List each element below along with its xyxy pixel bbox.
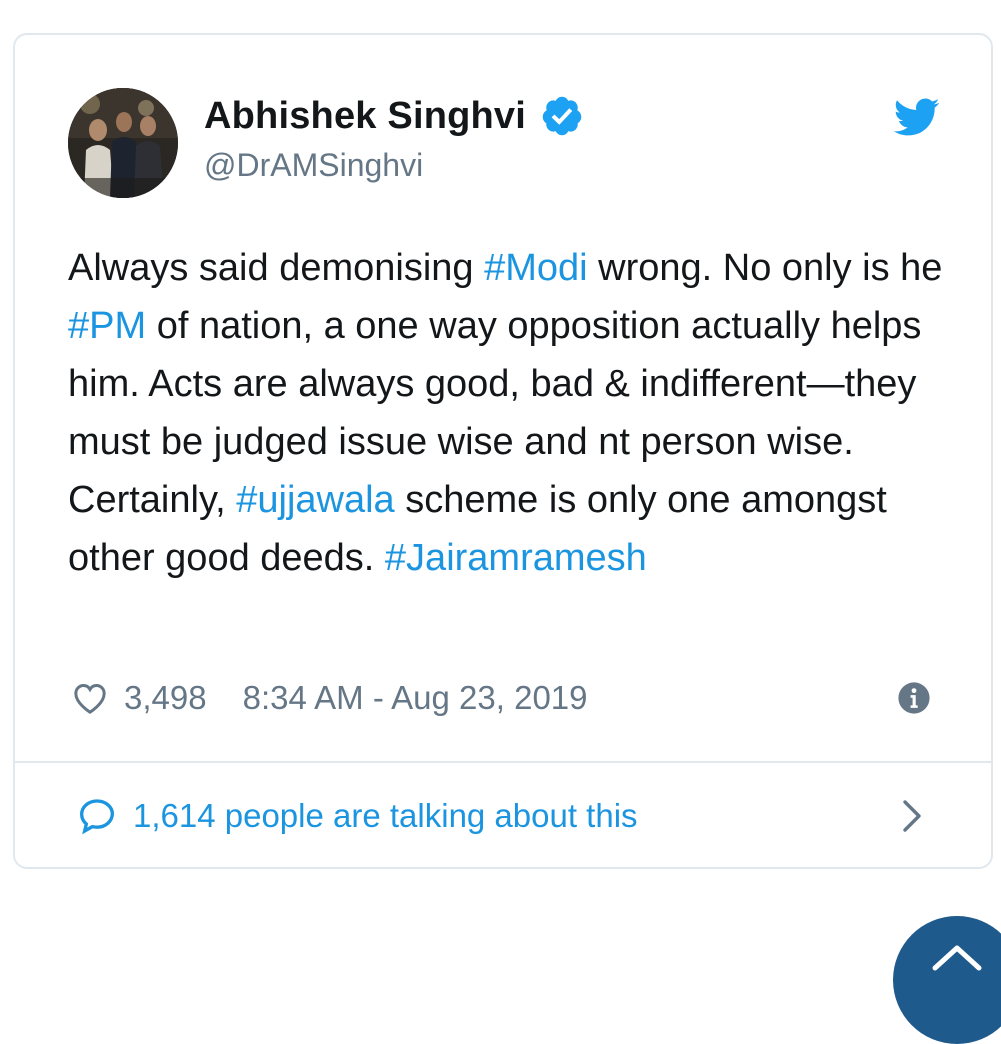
divider <box>15 761 991 763</box>
speech-bubble-icon <box>79 799 115 835</box>
hashtag-jairamramesh[interactable]: #Jairamramesh <box>385 537 647 579</box>
author-handle[interactable]: @DrAMSinghvi <box>204 145 423 185</box>
avatar-photo <box>68 88 178 198</box>
tweet-meta: 3,498 8:34 AM - Aug 23, 2019 <box>70 675 588 721</box>
talking-about-label: 1,614 people are talking about this <box>133 797 638 834</box>
tweet-card: Abhishek Singhvi @DrAMSinghvi Always sai… <box>13 33 993 869</box>
tweet-text: Always said demonising #Modi wrong. No o… <box>68 239 958 587</box>
twitter-bird-icon[interactable] <box>892 93 940 141</box>
avatar[interactable] <box>68 88 178 198</box>
tweet-text-segment-0: Always said demonising <box>68 247 485 289</box>
author-name[interactable]: Abhishek Singhvi <box>204 93 526 139</box>
hashtag-ujjawala[interactable]: #ujjawala <box>236 479 394 521</box>
tweet-timestamp[interactable]: 8:34 AM - Aug 23, 2019 <box>243 679 588 717</box>
heart-icon[interactable] <box>70 678 110 718</box>
chevron-right-icon[interactable] <box>899 797 925 835</box>
author-row: Abhishek Singhvi <box>204 93 584 139</box>
verified-badge-icon <box>542 96 582 136</box>
hashtag-modi[interactable]: #Modi <box>484 247 588 289</box>
talking-about-link[interactable]: 1,614 people are talking about this <box>77 793 638 839</box>
hashtag-pm[interactable]: #PM <box>68 305 146 347</box>
info-icon[interactable] <box>897 681 931 715</box>
scroll-to-top-button[interactable] <box>893 916 1001 1044</box>
tweet-text-segment-2: wrong. No only is he <box>587 247 943 289</box>
like-count: 3,498 <box>124 679 207 716</box>
chevron-up-icon <box>932 945 982 971</box>
